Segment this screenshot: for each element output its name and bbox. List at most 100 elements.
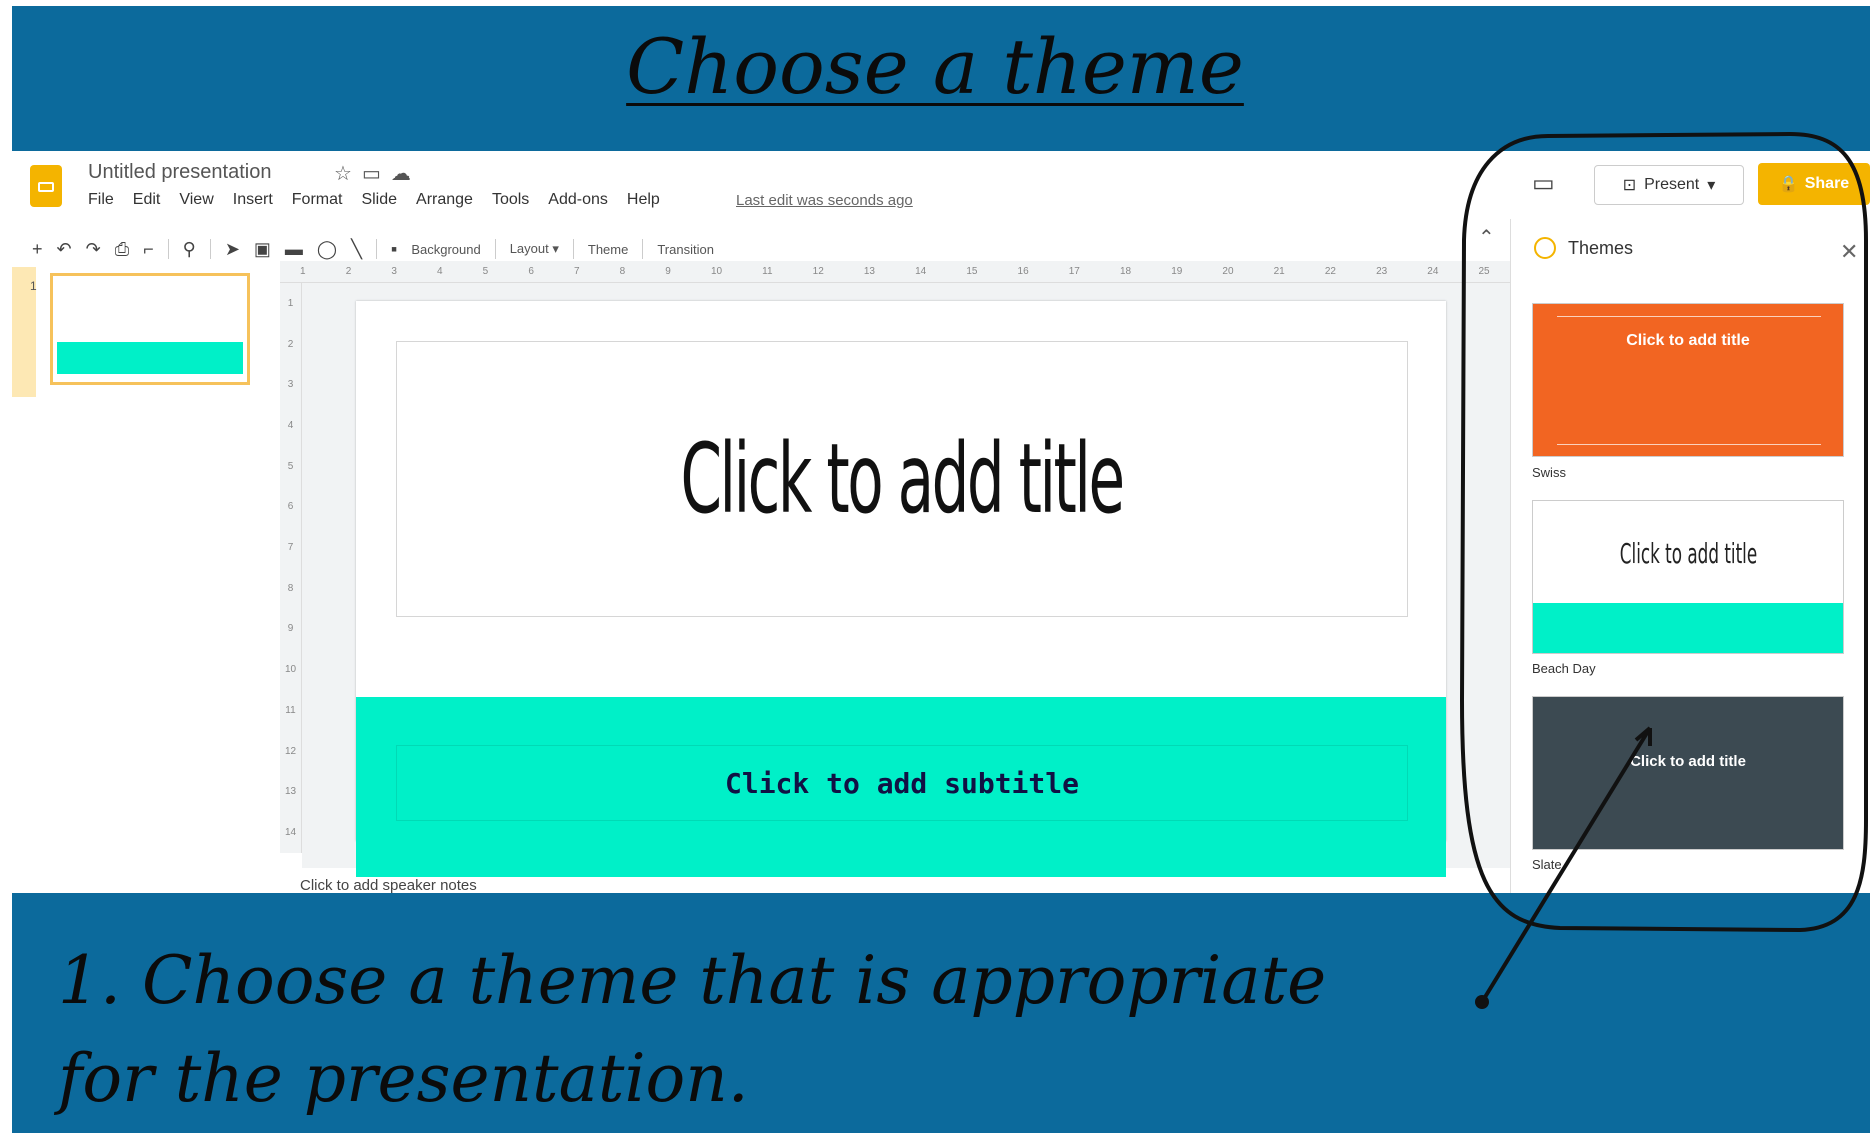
ruler-tick-label: 13 (284, 786, 297, 798)
horizontal-ruler: 1 2 3 4 5 6 7 8 9 10 11 12 13 14 15 16 17 18 19 20 21 22 23 24 2… (280, 261, 1510, 283)
layout-button[interactable]: Layout ▾ (510, 241, 559, 257)
transition-button[interactable]: Transition (657, 242, 714, 257)
slide-thumbnail[interactable] (50, 273, 250, 385)
ruler-tick-label: 16 (1017, 266, 1029, 277)
thumbnail-band (57, 342, 243, 374)
theme-card-swiss[interactable]: Click to add title (1532, 303, 1844, 457)
new-slide-icon[interactable]: + (32, 239, 43, 260)
print-icon[interactable]: ⎙ (115, 239, 129, 260)
menu-tools[interactable]: Tools (492, 191, 529, 209)
ruler-tick-label: 9 (287, 623, 294, 635)
share-label: Share (1804, 175, 1850, 192)
menu-view[interactable]: View (179, 191, 213, 209)
speaker-notes[interactable]: Click to add speaker notes (300, 877, 477, 893)
background-button[interactable]: Background (411, 242, 480, 257)
chevron-down-icon: ▾ (1707, 177, 1716, 194)
ruler-tick-label: 12 (812, 266, 824, 277)
slide-canvas[interactable]: Click to add title Click to add subtitle (356, 301, 1446, 877)
toolbar-divider (572, 239, 574, 259)
toolbar-divider (167, 239, 169, 259)
menu-format[interactable]: Format (292, 191, 343, 209)
subtitle-band: Click to add subtitle (356, 697, 1446, 877)
ruler-tick-label: 2 (287, 338, 294, 350)
cloud-icon[interactable]: ☁ (391, 163, 421, 185)
present-button[interactable]: ⊡ Present ▾ (1594, 165, 1744, 205)
ruler-tick-label: 8 (287, 582, 294, 594)
menu-file[interactable]: File (88, 191, 114, 209)
menu-arrange[interactable]: Arrange (416, 191, 473, 209)
ruler-tick-label: 10 (710, 266, 723, 277)
ruler-tick-label: 6 (287, 501, 294, 513)
ruler-tick-label: 22 (1324, 266, 1336, 277)
toolbar-divider (642, 239, 644, 259)
caption-line-2: for the presentation. (58, 1040, 749, 1117)
ruler-tick-label: 2 (345, 266, 352, 277)
present-label: Present (1644, 176, 1700, 193)
ruler-tick-label: 11 (762, 266, 773, 277)
menu-edit[interactable]: Edit (133, 191, 161, 209)
subtitle-placeholder[interactable]: Click to add subtitle (396, 745, 1408, 821)
zoom-icon[interactable]: ⚲ (183, 239, 196, 260)
ruler-tick-label: 24 (1427, 266, 1439, 277)
theme-name-swiss: Swiss (1532, 465, 1566, 480)
ruler-tick-label: 8 (619, 266, 626, 277)
paint-format-icon[interactable]: ⌐ (143, 239, 154, 260)
slides-logo-icon[interactable] (30, 165, 62, 207)
slide-number: 1 (30, 279, 37, 293)
ruler-tick-label: 7 (287, 542, 294, 554)
beach-band (1533, 603, 1843, 653)
last-edit-link[interactable]: Last edit was seconds ago (736, 192, 913, 209)
menu-insert[interactable]: Insert (233, 191, 273, 209)
ruler-tick-label: 14 (284, 826, 297, 838)
themes-panel-title: Themes (1568, 237, 1634, 258)
star-icon[interactable]: ☆ (334, 163, 362, 185)
textbox-icon[interactable]: ▣ (254, 239, 271, 260)
ruler-tick-label: 21 (1273, 266, 1285, 277)
comment-add-icon[interactable]: ▪ (391, 239, 397, 260)
title-placeholder-text: Click to add title (680, 423, 1126, 535)
line-icon[interactable]: ╲ (351, 239, 362, 260)
folder-icon[interactable]: ▭ (362, 163, 391, 185)
lock-icon: 🔒 (1778, 176, 1799, 193)
title-action-icons: ☆▭☁ (334, 161, 421, 186)
share-button[interactable]: 🔒 Share (1758, 163, 1870, 205)
ruler-tick-label: 4 (287, 419, 294, 431)
ruler-tick-label: 18 (1119, 266, 1132, 277)
select-icon[interactable]: ➤ (225, 239, 240, 260)
ruler-tick-label: 25 (1478, 266, 1490, 277)
themes-panel-header: Themes (1534, 237, 1633, 259)
ruler-tick-label: 4 (437, 266, 443, 277)
theme-card-beach-day[interactable]: Click to add title (1532, 500, 1844, 654)
theme-preview-title: Click to add title (1626, 332, 1750, 349)
theme-preview-title: Click to add title (1619, 537, 1757, 570)
document-title[interactable]: Untitled presentation (88, 161, 271, 184)
panel-divider (1510, 219, 1511, 893)
menu-addons[interactable]: Add-ons (548, 191, 608, 209)
ruler-tick-label: 19 (1171, 266, 1183, 277)
shape-icon[interactable]: ◯ (317, 239, 337, 260)
card-rule (1557, 316, 1821, 317)
menu-bar: File Edit View Insert Format Slide Arran… (88, 191, 660, 209)
ruler-tick-label: 17 (1068, 266, 1080, 277)
comments-icon[interactable]: ▭ (1532, 169, 1555, 198)
ruler-tick-label: 15 (966, 266, 978, 277)
ruler-tick-label: 1 (287, 297, 294, 309)
card-rule (1557, 444, 1821, 445)
theme-button[interactable]: Theme (588, 242, 628, 257)
ruler-tick-label: 1 (300, 266, 306, 277)
ruler-tick-label: 12 (284, 745, 297, 757)
menu-slide[interactable]: Slide (361, 191, 397, 209)
ruler-tick-label: 9 (665, 266, 671, 277)
close-icon[interactable]: ✕ (1840, 239, 1858, 265)
menu-help[interactable]: Help (627, 191, 660, 209)
ruler-tick-label: 23 (1376, 266, 1388, 277)
image-icon[interactable]: ▬ (285, 239, 303, 260)
redo-icon[interactable]: ↷ (86, 239, 101, 260)
undo-icon[interactable]: ↶ (57, 239, 72, 260)
ruler-tick-label: 6 (528, 266, 534, 277)
ruler-tick-label: 5 (287, 460, 294, 472)
title-placeholder[interactable]: Click to add title (396, 341, 1408, 617)
collapse-caret-icon[interactable]: ⌃ (1478, 225, 1495, 250)
theme-name-beach-day: Beach Day (1532, 661, 1596, 676)
theme-card-slate[interactable]: Click to add title (1532, 696, 1844, 850)
